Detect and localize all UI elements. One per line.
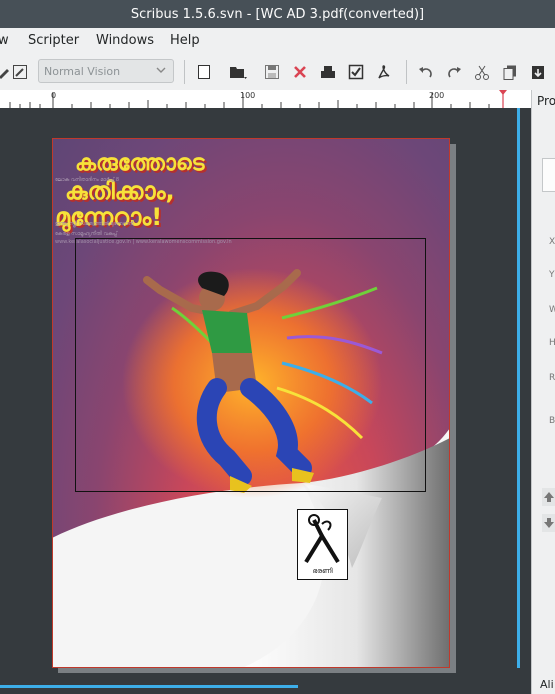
w-label: W: [549, 305, 555, 315]
logo-figure-icon: [304, 514, 340, 564]
image-frame-outline[interactable]: [75, 238, 426, 492]
ruler-label: 200: [429, 91, 445, 100]
ruler-ticks: [9, 90, 507, 108]
open-icon[interactable]: [228, 62, 248, 82]
move-up-icon[interactable]: [542, 488, 555, 506]
logo-caption: ഭരണി: [312, 567, 333, 575]
panel-tab[interactable]: [542, 158, 555, 192]
toolbar-separator: [184, 60, 185, 84]
menu-windows[interactable]: Windows: [96, 33, 154, 48]
menu-help[interactable]: Help: [170, 33, 200, 48]
horizontal-ruler[interactable]: 0 100 200: [0, 90, 531, 109]
move-down-icon[interactable]: [542, 514, 555, 532]
alignment-section-label[interactable]: Ali: [540, 678, 554, 691]
x-label: X: [549, 237, 555, 247]
preview-mode-value: Normal Vision: [44, 65, 121, 78]
horizontal-scrollbar-thumb[interactable]: [0, 685, 298, 688]
h-label: H: [549, 338, 555, 348]
menu-view[interactable]: w: [0, 33, 9, 48]
close-icon[interactable]: [290, 62, 310, 82]
y-label: Y: [549, 270, 555, 280]
basepoint-label: B: [549, 416, 555, 426]
cut-icon[interactable]: [472, 62, 492, 82]
window-titlebar: Scribus 1.5.6.svn - [WC AD 3.pdf(convert…: [0, 0, 555, 28]
toolbar-separator: [406, 60, 407, 84]
save-icon[interactable]: [262, 62, 282, 82]
new-document-icon[interactable]: [194, 62, 214, 82]
print-icon[interactable]: [318, 62, 338, 82]
scrollbar-thumb[interactable]: [517, 108, 520, 668]
ruler-label: 0: [51, 91, 57, 100]
redo-icon[interactable]: [444, 62, 464, 82]
export-pdf-icon[interactable]: [374, 62, 394, 82]
properties-panel-title: Pro: [537, 94, 555, 108]
main-toolbar: Normal Vision: [0, 54, 555, 91]
chevron-down-icon: [155, 64, 167, 79]
ruler-label: 100: [240, 91, 256, 100]
preflight-icon[interactable]: [346, 62, 366, 82]
rotation-label: R: [549, 373, 555, 383]
undo-icon[interactable]: [416, 62, 436, 82]
properties-panel: Pro X Y W H R B Ali: [531, 90, 555, 694]
logo-emblem[interactable]: ഭരണി: [297, 509, 348, 580]
edit-icon[interactable]: [10, 62, 30, 82]
menu-scripter[interactable]: Scripter: [28, 33, 79, 48]
copy-icon[interactable]: [500, 62, 520, 82]
paste-icon[interactable]: [528, 62, 548, 82]
vertical-scrollbar[interactable]: [516, 108, 531, 694]
document-page[interactable]: കരുത്തോടെ കുതിക്കാം, മുന്നേറാം! ലോക വനിത…: [52, 138, 450, 668]
window-title: Scribus 1.5.6.svn - [WC AD 3.pdf(convert…: [130, 6, 425, 22]
menu-bar: w Scripter Windows Help: [0, 28, 555, 54]
preview-mode-select[interactable]: Normal Vision: [38, 59, 174, 83]
